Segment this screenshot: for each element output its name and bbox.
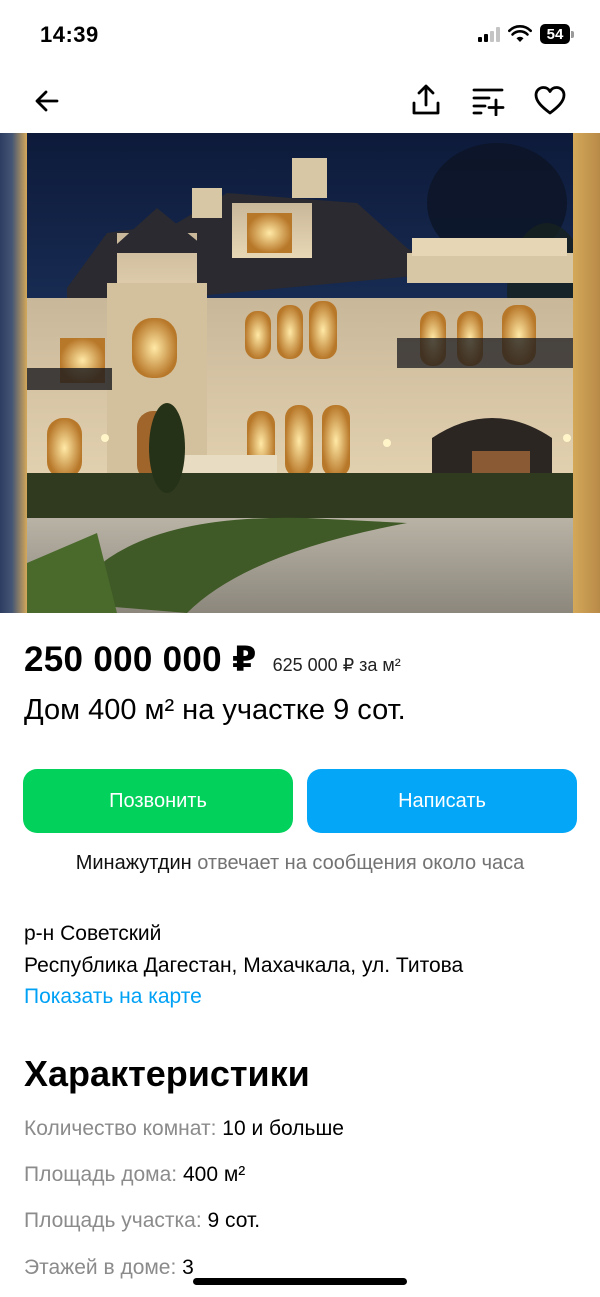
characteristic-label: Этажей в доме: bbox=[24, 1256, 177, 1279]
seller-response-info: Минажутдин отвечает на сообщения около ч… bbox=[0, 852, 600, 875]
characteristic-value: 400 м² bbox=[182, 1163, 246, 1186]
status-icons: 54 bbox=[478, 24, 574, 44]
price-row: 250 000 000 ₽ 625 000 ₽ за м² bbox=[24, 640, 401, 680]
house-photo bbox=[27, 133, 573, 613]
navigation-bar bbox=[0, 76, 600, 126]
listing-photo[interactable] bbox=[0, 133, 600, 613]
price: 250 000 000 ₽ bbox=[24, 640, 257, 679]
back-button[interactable] bbox=[30, 84, 64, 118]
address-district: р-н Советский bbox=[24, 922, 162, 945]
favorite-button[interactable] bbox=[532, 82, 568, 118]
characteristic-row: Количество комнат: 10 и больше bbox=[24, 1117, 344, 1141]
wifi-icon bbox=[508, 25, 532, 42]
listing-title: Дом 400 м² на участке 9 сот. bbox=[24, 694, 406, 726]
share-button[interactable] bbox=[408, 82, 444, 118]
seller-response-note: отвечает на сообщения около часа bbox=[197, 852, 525, 874]
characteristic-value: 10 и больше bbox=[222, 1117, 344, 1140]
cellular-signal-icon bbox=[478, 26, 500, 42]
back-arrow-icon bbox=[35, 90, 59, 112]
address-full: Республика Дагестан, Махачкала, ул. Тито… bbox=[24, 954, 464, 977]
characteristics-title: Характеристики bbox=[24, 1053, 310, 1094]
battery-level: 54 bbox=[540, 24, 570, 44]
share-icon bbox=[412, 84, 440, 115]
characteristic-label: Количество комнат: bbox=[24, 1117, 217, 1140]
call-button[interactable]: Позвонить bbox=[23, 769, 293, 833]
characteristic-value: 3 bbox=[182, 1256, 194, 1279]
write-button[interactable]: Написать bbox=[307, 769, 577, 833]
characteristic-row: Этажей в доме: 3 bbox=[24, 1256, 194, 1280]
seller-name: Минажутдин bbox=[75, 852, 192, 874]
characteristic-row: Площадь участка: 9 сот. bbox=[24, 1209, 260, 1233]
compare-icon bbox=[472, 88, 505, 116]
price-per-m2: 625 000 ₽ за м² bbox=[272, 655, 401, 675]
status-bar: 14:39 54 bbox=[0, 0, 600, 70]
status-time: 14:39 bbox=[40, 22, 99, 47]
characteristic-value: 9 сот. bbox=[207, 1209, 261, 1232]
battery-icon: 54 bbox=[540, 24, 574, 44]
characteristic-label: Площадь дома: bbox=[24, 1163, 178, 1186]
home-indicator[interactable] bbox=[193, 1278, 407, 1285]
characteristic-label: Площадь участка: bbox=[24, 1209, 202, 1232]
favorite-heart-icon bbox=[534, 86, 566, 115]
show-on-map-link[interactable]: Показать на карте bbox=[24, 985, 202, 1009]
characteristic-row: Площадь дома: 400 м² bbox=[24, 1163, 245, 1187]
compare-button[interactable] bbox=[470, 82, 506, 118]
